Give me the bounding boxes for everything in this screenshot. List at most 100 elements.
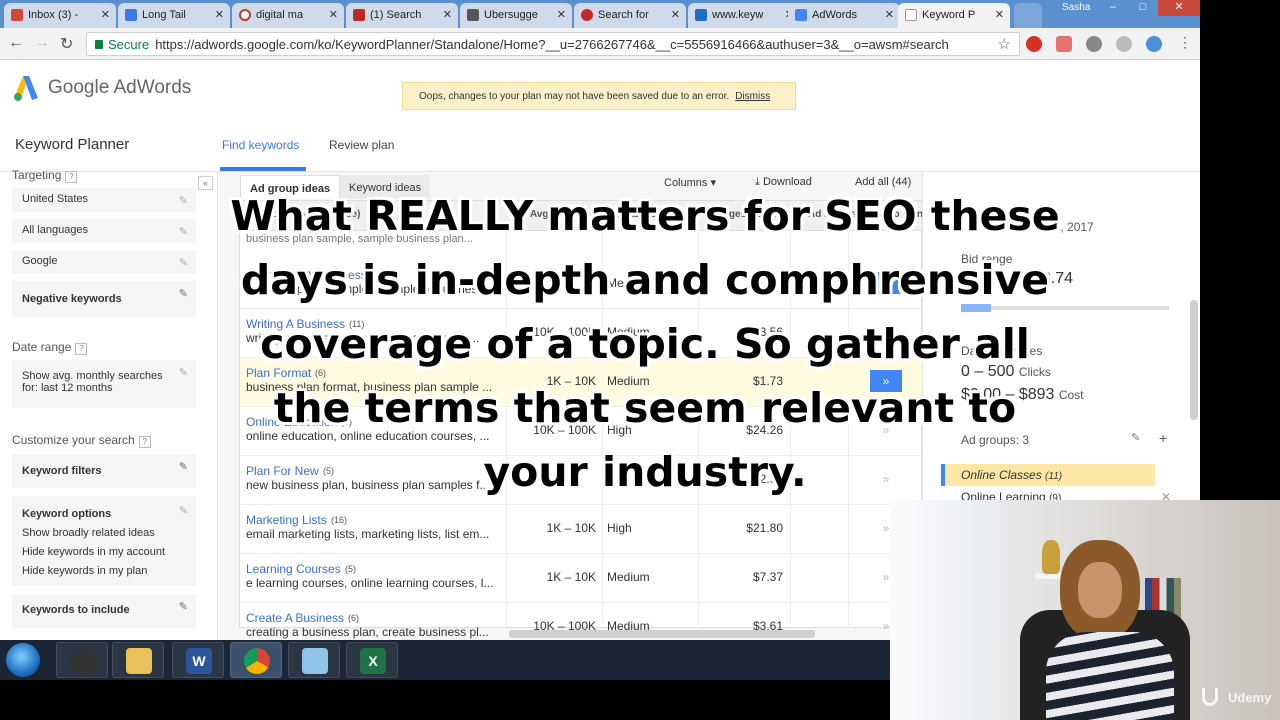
browser-tab[interactable]: AdWords ✕ [788, 3, 900, 28]
keyword-options[interactable]: Keyword options Show broadly related ide… [12, 496, 196, 586]
edit-icon[interactable]: ✎ [1131, 431, 1140, 444]
horizontal-scrollbar[interactable] [509, 630, 815, 638]
language-value: All languages [22, 224, 89, 236]
browser-tab[interactable]: Long Tail ✕ [118, 3, 230, 28]
edit-icon[interactable]: ✎ [179, 366, 188, 379]
browser-tab[interactable]: (1) Search ✕ [346, 3, 458, 28]
targeting-language[interactable]: All languages ✎ [12, 219, 196, 243]
targeting-network[interactable]: Google ✎ [12, 250, 196, 274]
close-tab-icon[interactable]: ✕ [671, 8, 680, 21]
tab-label: Long Tail [142, 9, 186, 21]
close-tab-icon[interactable]: ✕ [215, 8, 224, 21]
tab-find-keywords[interactable]: Find keywords [222, 138, 299, 152]
keyword-list: creating a business plan, create busines… [246, 625, 489, 639]
extension-icon[interactable] [1146, 36, 1162, 52]
bookmark-star-icon[interactable]: ☆ [998, 35, 1011, 53]
new-tab-button[interactable] [1014, 3, 1042, 28]
keyword-count: (16) [331, 515, 348, 525]
close-tab-icon[interactable]: ✕ [443, 8, 452, 21]
word-glyph: W [186, 648, 212, 674]
browser-tab[interactable]: digital ma ✕ [232, 3, 344, 28]
close-tab-icon[interactable]: ✕ [329, 8, 338, 21]
lock-icon [95, 40, 103, 49]
keyword-filters[interactable]: Keyword filters ✎ [12, 454, 196, 488]
targeting-location[interactable]: United States ✎ [12, 188, 196, 212]
profile-name[interactable]: Sasha [1062, 2, 1090, 13]
browser-tab[interactable]: Ubersugge ✕ [460, 3, 572, 28]
excel-icon[interactable]: X [346, 642, 398, 678]
close-tab-icon[interactable]: ✕ [995, 8, 1004, 21]
tab-label: AdWords [812, 9, 858, 21]
date-range-box[interactable]: Show avg. monthly searches for: last 12 m… [12, 360, 196, 408]
tab-label: Inbox (3) - [28, 9, 79, 21]
presenter-face [1078, 562, 1122, 618]
gmail-icon [11, 9, 23, 21]
edit-icon[interactable]: ✎ [179, 225, 188, 238]
edit-icon[interactable]: ✎ [179, 256, 188, 269]
dismiss-link[interactable]: Dismiss [735, 91, 770, 102]
file-explorer-icon[interactable] [112, 642, 164, 678]
keywords-to-include-label: Keywords to include [22, 604, 130, 616]
adwords-logo[interactable]: Google AdWords [12, 74, 191, 102]
edit-icon[interactable]: ✎ [179, 502, 188, 521]
menu-icon[interactable]: ⋮ [1178, 34, 1192, 51]
help-icon[interactable]: ? [65, 171, 78, 183]
table-row[interactable]: Marketing Lists (16) email marketing lists… [240, 505, 923, 554]
tab-review-plan[interactable]: Review plan [329, 138, 394, 152]
browser-tab-active[interactable]: Keyword P ✕ [898, 3, 1010, 28]
minimize-icon[interactable]: – [1098, 0, 1128, 16]
tab-label: Ubersugge [484, 9, 538, 21]
close-tab-icon[interactable]: ✕ [557, 8, 566, 21]
adblock-icon[interactable] [1026, 36, 1042, 52]
vertical-scrollbar[interactable] [1190, 300, 1198, 420]
address-bar-row: ← → ↻ Secure https://adwords.google.com/k… [0, 28, 1200, 60]
pin-icon [581, 9, 593, 21]
back-icon[interactable]: ← [8, 34, 24, 52]
close-tab-icon[interactable]: ✕ [101, 8, 110, 21]
adwords-icon [795, 9, 807, 21]
search-volume: 1K – 10K [546, 521, 596, 535]
logo-text: Google AdWords [48, 77, 192, 98]
collapse-sidebar-icon[interactable]: « [198, 176, 213, 190]
suggested-bid: $21.80 [746, 521, 783, 535]
maximize-icon[interactable]: □ [1128, 0, 1158, 16]
ad-group-link[interactable]: Marketing Lists [246, 513, 327, 527]
extension-icon[interactable] [1116, 36, 1132, 52]
add-icon[interactable]: + [1159, 430, 1167, 446]
extension-icon[interactable] [1056, 36, 1072, 52]
word-icon[interactable]: W [172, 642, 224, 678]
edit-icon[interactable]: ✎ [179, 287, 188, 300]
help-icon[interactable]: ? [138, 436, 151, 448]
edit-icon[interactable]: ✎ [179, 460, 188, 473]
extension-icon[interactable] [1086, 36, 1102, 52]
notepad-icon[interactable] [288, 642, 340, 678]
ad-group-link[interactable]: Create A Business [246, 611, 344, 625]
table-row[interactable]: Learning Courses (5) e learning courses, o… [240, 554, 923, 603]
targeting-label: Targeting? [12, 168, 78, 183]
reload-icon[interactable]: ↻ [60, 34, 73, 54]
chrome-icon[interactable] [230, 642, 282, 678]
negative-keywords[interactable]: Negative keywords ✎ [12, 281, 196, 317]
edit-icon[interactable]: ✎ [179, 600, 188, 613]
browser-tab-bar: Inbox (3) - ✕ Long Tail ✕ digital ma ✕ (1) … [0, 0, 1200, 28]
location-value: United States [22, 193, 89, 205]
browser-tab[interactable]: Search for ✕ [574, 3, 686, 28]
competition-level: High [607, 521, 632, 535]
start-button-icon[interactable] [6, 643, 40, 677]
edit-icon[interactable]: ✎ [179, 194, 188, 207]
page-icon [125, 9, 137, 21]
help-icon[interactable]: ? [75, 343, 88, 355]
browser-tab[interactable]: Inbox (3) - ✕ [4, 3, 116, 28]
ad-group-link[interactable]: Learning Courses [246, 562, 341, 576]
url-field[interactable]: Secure https://adwords.google.com/ko/Keyw… [86, 32, 1020, 56]
windows-taskbar: W X [0, 640, 890, 680]
forward-icon[interactable]: → [34, 34, 50, 52]
window-close-icon[interactable]: ✕ [1158, 0, 1200, 16]
customize-label: Customize your search? [12, 433, 151, 448]
search-volume: 1K – 10K [546, 570, 596, 584]
keywords-to-include[interactable]: Keywords to include ✎ [12, 594, 196, 628]
video-caption: What REALLY matters for SEO these days i… [230, 192, 1060, 496]
browser-tab[interactable]: www.keyw✕ [688, 3, 800, 28]
media-player-icon[interactable] [56, 642, 108, 678]
close-tab-icon[interactable]: ✕ [885, 8, 894, 21]
